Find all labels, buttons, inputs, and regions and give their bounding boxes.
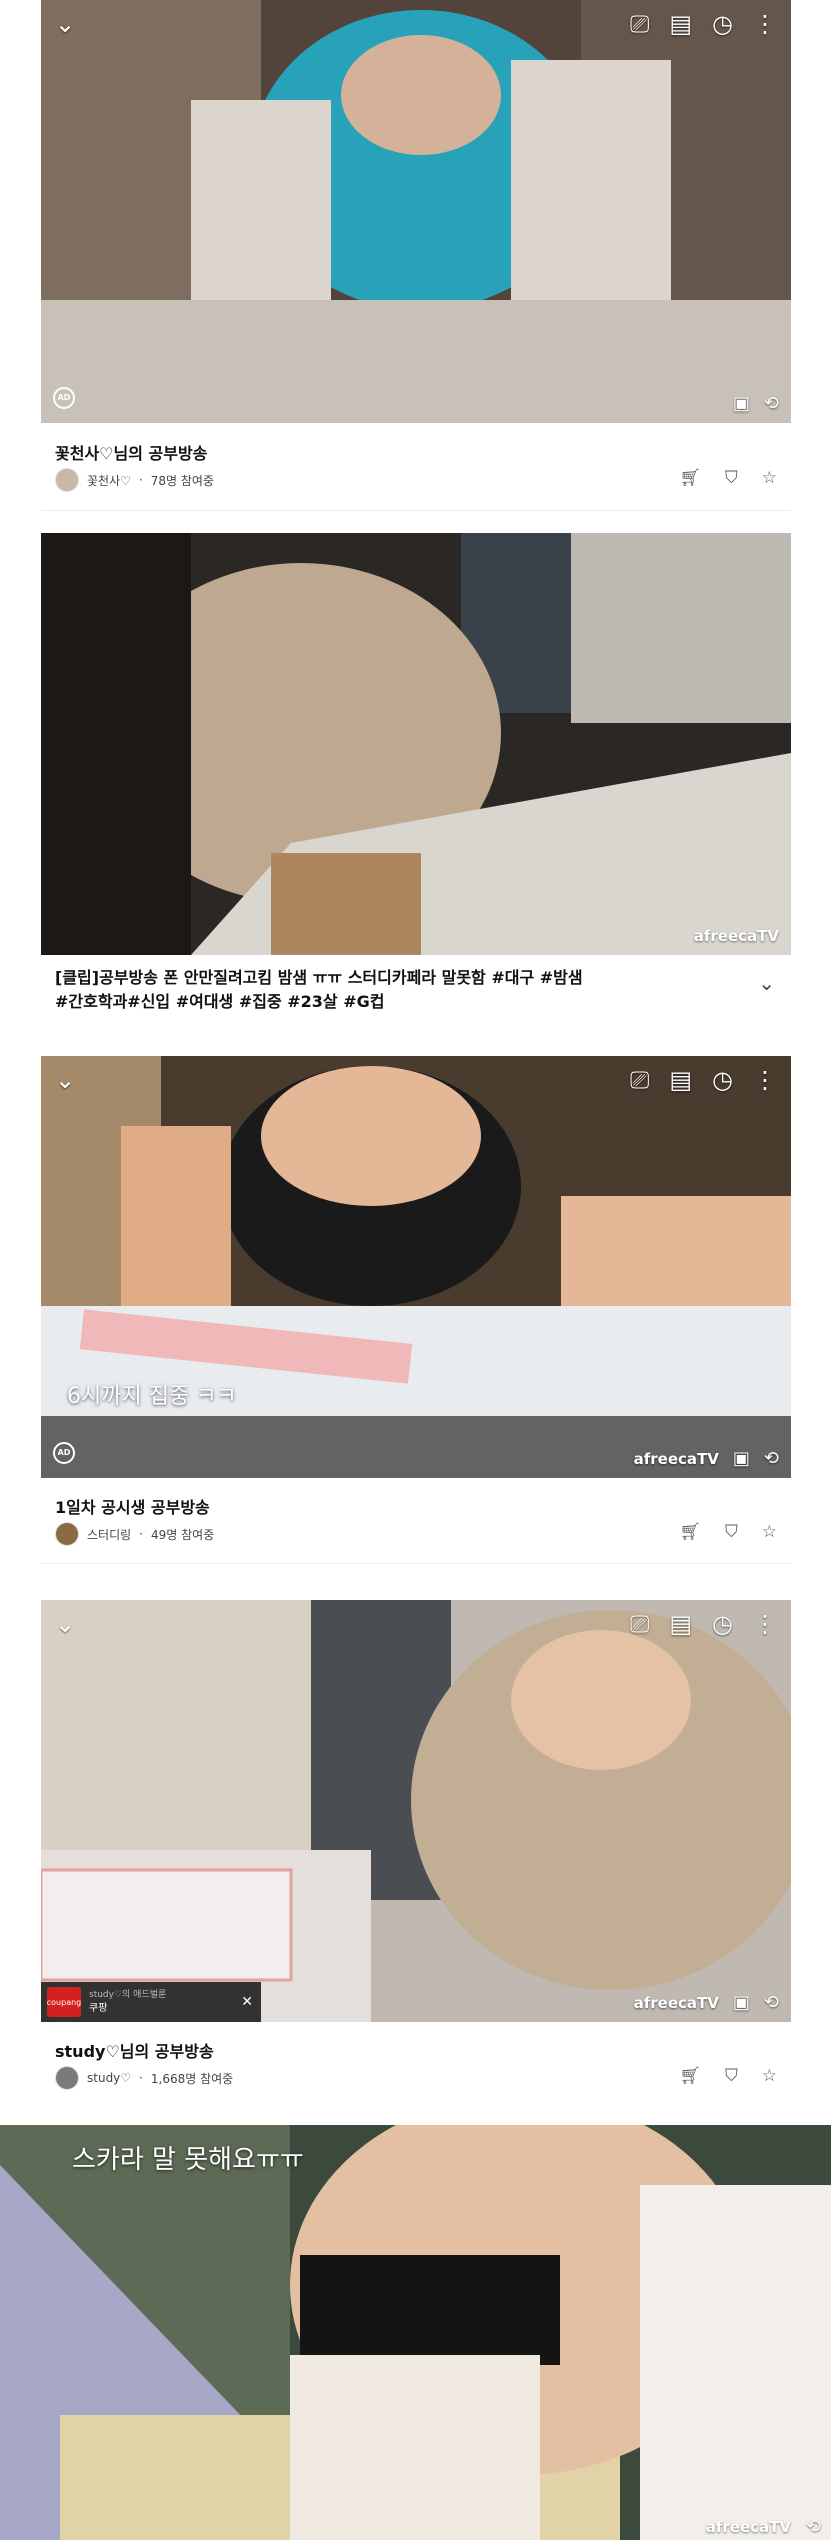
- star-icon[interactable]: ☆: [762, 2066, 777, 2086]
- avatar[interactable]: [55, 468, 79, 492]
- clip-card[interactable]: afreecaTV [클립]공부방송 폰 안만질려고킴 밤샘 ㅠㅠ 스터디카페라…: [41, 533, 791, 1023]
- thumbnail-image: [41, 1600, 791, 2022]
- more-icon[interactable]: ⋮: [753, 12, 777, 36]
- more-icon[interactable]: ⋮: [753, 1612, 777, 1636]
- chevron-down-icon[interactable]: ⌄: [55, 12, 75, 36]
- afreecatv-logo: afreecaTV: [633, 1993, 719, 2012]
- stream-title[interactable]: study♡님의 공부방송: [55, 2038, 214, 2062]
- cart-icon[interactable]: 🛒︎: [679, 2066, 701, 2086]
- bottom-stream-frame[interactable]: 스카라 말 못해요ㅠㅠ afreecaTV ⟲: [0, 2125, 831, 2540]
- stream-card-3[interactable]: ⌄ ⎚ ▤ ◷ ⋮ coupang study♡의 애드벌룬 쿠팡 ✕ afre…: [41, 1600, 791, 2100]
- thumbnail-image: [41, 0, 791, 423]
- stream-card-1[interactable]: ⌄ ⎚ ▤ ◷ ⋮ AD ▣ ⟲ 꽃천사♡님의 공부방송 꽃천사♡ · 78명 …: [41, 0, 791, 505]
- ad-balloon-banner[interactable]: coupang study♡의 애드벌룬 쿠팡 ✕: [41, 1982, 261, 2022]
- stream-meta: 꽃천사♡ · 78명 참여중: [55, 468, 214, 492]
- ad-line-2: 쿠팡: [89, 2003, 108, 2014]
- coupang-logo: coupang: [47, 1987, 81, 2017]
- rotate-icon[interactable]: ⟲: [764, 1994, 779, 2012]
- viewer-count: 49명 참여중: [151, 1527, 215, 1542]
- timer-icon[interactable]: ◷: [712, 1068, 733, 1092]
- stream-caption: 스카라 말 못해요ㅠㅠ: [72, 2145, 304, 2175]
- thumbnail-image: [41, 1056, 791, 1478]
- viewer-count: 78명 참여중: [150, 473, 214, 488]
- thumbnail-image: [41, 533, 791, 955]
- meta-separator: ·: [139, 2071, 143, 2085]
- meta-separator: ·: [139, 1527, 143, 1541]
- stream-thumbnail[interactable]: ⌄ ⎚ ▤ ◷ ⋮ 6시까지 집중 ㅋㅋ AD afreecaTV ▣ ⟲: [41, 1056, 791, 1478]
- meta-separator: ·: [138, 473, 143, 487]
- stream-thumbnail[interactable]: ⌄ ⎚ ▤ ◷ ⋮ AD ▣ ⟲: [41, 0, 791, 423]
- cart-icon[interactable]: 🛒︎: [679, 468, 701, 488]
- clip-thumbnail[interactable]: afreecaTV: [41, 533, 791, 955]
- divider: [41, 510, 791, 511]
- avatar[interactable]: [55, 2066, 79, 2090]
- afreecatv-logo: afreecaTV: [633, 1449, 719, 1468]
- clip-title-line-2[interactable]: #간호학과#신입 #여대생 #집중 #23살 #G컵: [55, 990, 715, 1014]
- afreecatv-logo: afreecaTV: [693, 927, 779, 945]
- star-icon[interactable]: ☆: [762, 468, 777, 488]
- stream-title[interactable]: 1일차 공시생 공부방송: [55, 1494, 210, 1518]
- stream-card-2[interactable]: ⌄ ⎚ ▤ ◷ ⋮ 6시까지 집중 ㅋㅋ AD afreecaTV ▣ ⟲ 1일…: [41, 1056, 791, 1561]
- pip-icon[interactable]: ▣: [733, 395, 750, 413]
- ad-line-1: study♡의 애드벌룬: [89, 1990, 167, 2000]
- cart-icon[interactable]: 🛒︎: [679, 1522, 701, 1542]
- clapperboard-icon[interactable]: ▤: [669, 12, 692, 36]
- chevron-down-icon[interactable]: ⌄: [55, 1068, 75, 1092]
- channel-name[interactable]: study♡: [87, 2071, 131, 2085]
- cast-icon[interactable]: ⎚: [630, 1068, 649, 1092]
- cast-icon[interactable]: ⎚: [630, 12, 649, 36]
- stream-caption: 6시까지 집중 ㅋㅋ: [67, 1384, 237, 1409]
- avatar[interactable]: [55, 1522, 79, 1546]
- stream-title[interactable]: 꽃천사♡님의 공부방송: [55, 440, 207, 464]
- heart-shield-icon[interactable]: ⛉: [725, 468, 738, 488]
- afreecatv-logo: afreecaTV: [705, 2518, 791, 2536]
- stream-thumbnail[interactable]: ⌄ ⎚ ▤ ◷ ⋮ coupang study♡의 애드벌룬 쿠팡 ✕ afre…: [41, 1600, 791, 2022]
- close-icon[interactable]: ✕: [241, 1994, 253, 2010]
- stream-meta: 스터디링 · 49명 참여중: [55, 1522, 214, 1546]
- pip-icon[interactable]: ▣: [733, 1994, 750, 2012]
- viewer-count: 1,668명 참여중: [150, 2071, 234, 2086]
- pip-icon[interactable]: ▣: [733, 1450, 750, 1468]
- heart-shield-icon[interactable]: ⛉: [725, 1522, 738, 1542]
- channel-name[interactable]: 꽃천사♡: [87, 472, 131, 489]
- stream-meta: study♡ · 1,668명 참여중: [55, 2066, 233, 2090]
- timer-icon[interactable]: ◷: [712, 12, 733, 36]
- chevron-down-icon[interactable]: ⌄: [55, 1612, 75, 1636]
- clapperboard-icon[interactable]: ▤: [669, 1068, 692, 1092]
- star-icon[interactable]: ☆: [762, 1522, 777, 1542]
- more-icon[interactable]: ⋮: [753, 1068, 777, 1092]
- divider: [41, 1563, 791, 1564]
- rotate-icon[interactable]: ⟲: [764, 395, 779, 413]
- cast-icon[interactable]: ⎚: [630, 1612, 649, 1636]
- clapperboard-icon[interactable]: ▤: [669, 1612, 692, 1636]
- expand-chevron-icon[interactable]: ⌄: [758, 971, 775, 995]
- channel-name[interactable]: 스터디링: [87, 1526, 131, 1543]
- heart-shield-icon[interactable]: ⛉: [725, 2066, 738, 2086]
- rotate-icon[interactable]: ⟲: [806, 2518, 821, 2536]
- rotate-icon[interactable]: ⟲: [764, 1450, 779, 1468]
- audio-description-icon: AD: [53, 387, 75, 409]
- clip-title-line-1[interactable]: [클립]공부방송 폰 안만질려고킴 밤샘 ㅠㅠ 스터디카페라 말못함 #대구 #…: [55, 966, 715, 990]
- thumbnail-image: [0, 2125, 831, 2540]
- timer-icon[interactable]: ◷: [712, 1612, 733, 1636]
- audio-description-icon: AD: [53, 1442, 75, 1464]
